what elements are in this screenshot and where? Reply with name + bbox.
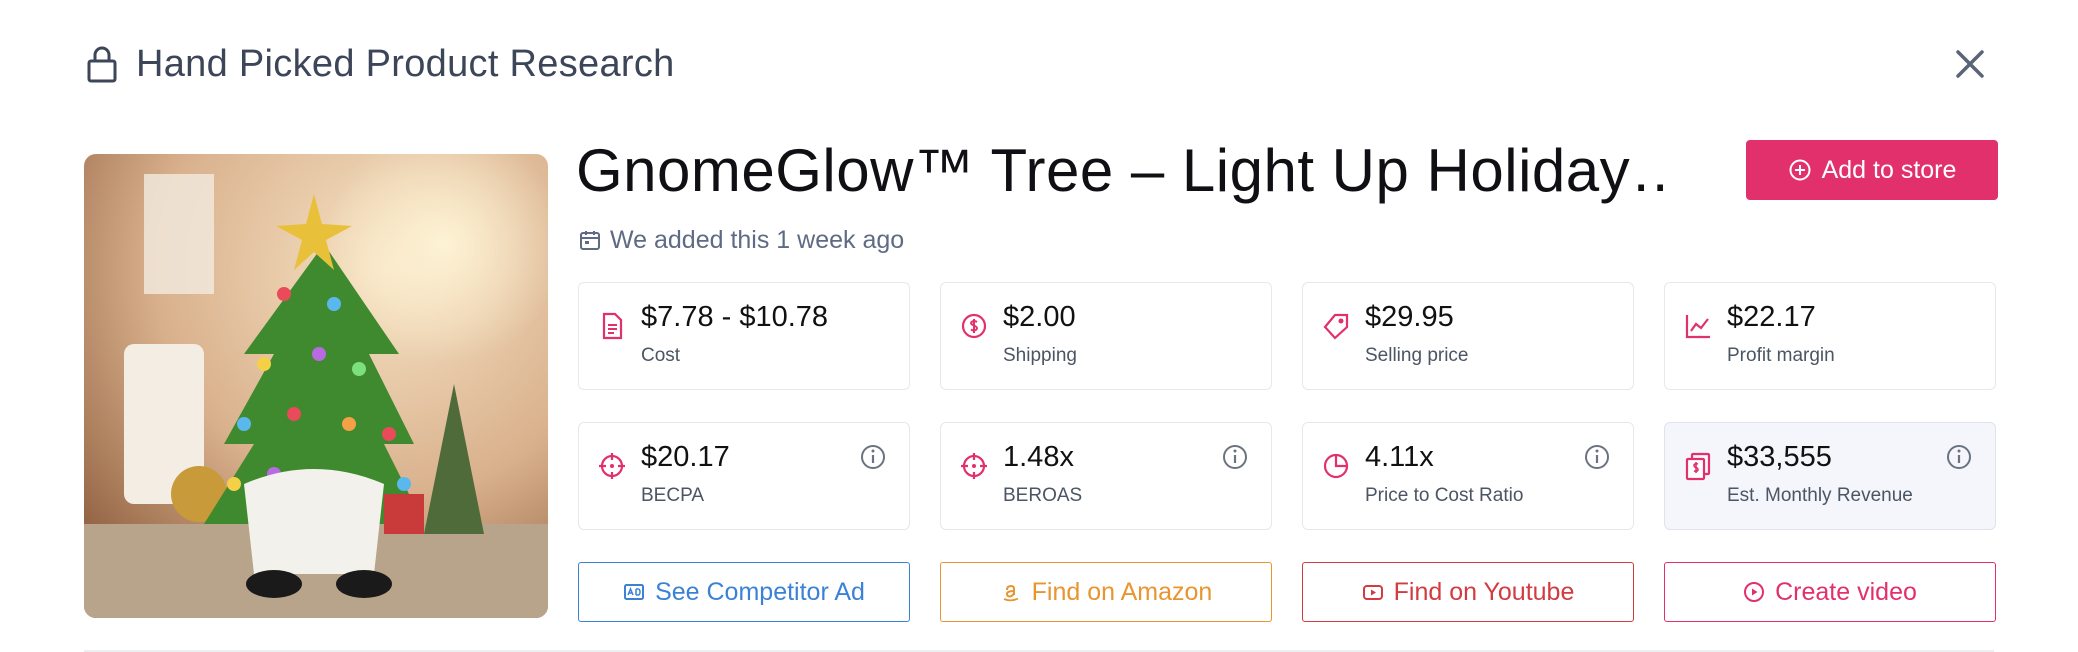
metric-value: 4.11x: [1365, 441, 1434, 473]
modal-header: Hand Picked Product Research: [84, 36, 675, 92]
metric-value: 1.48x: [1003, 441, 1074, 473]
product-title: GnomeGlow™ Tree – Light Up Holiday…: [576, 137, 1676, 204]
metric-value: $22.17: [1727, 301, 1816, 333]
metric-value: $7.78 - $10.78: [641, 301, 829, 333]
trend-chart-icon: [1685, 315, 1710, 339]
metric-label: Price to Cost Ratio: [1365, 485, 1524, 506]
metric-card-profit-margin: $22.17 Profit margin: [1664, 282, 1996, 390]
amazon-icon: [1003, 584, 1019, 602]
metric-card-beroas: 1.48x BEROAS: [940, 422, 1272, 530]
metric-value: $2.00: [1003, 301, 1076, 333]
coins-icon: [961, 313, 987, 339]
add-to-store-label: Add to store: [1821, 155, 1957, 184]
calendar-icon: [580, 231, 600, 250]
crosshair-icon: [599, 453, 625, 479]
pie-chart-icon: [1323, 453, 1349, 479]
metric-label: BECPA: [641, 485, 705, 506]
metric-label: BEROAS: [1003, 485, 1083, 506]
modal-title: Hand Picked Product Research: [136, 42, 675, 85]
added-date-text: We added this 1 week ago: [610, 225, 905, 254]
metric-label: Profit margin: [1727, 345, 1835, 366]
metric-card-price-to-cost: 4.11x Price to Cost Ratio: [1302, 422, 1634, 530]
metric-card-becpa: $20.17 BECPA: [578, 422, 910, 530]
metric-card-selling-price: $29.95 Selling price: [1302, 282, 1634, 390]
metric-card-cost: $7.78 - $10.78 Cost: [578, 282, 910, 390]
tag-icon: [1323, 313, 1349, 340]
metric-card-shipping: $2.00 Shipping: [940, 282, 1272, 390]
metric-label: Shipping: [1003, 345, 1077, 366]
find-on-amazon-label: Find on Amazon: [1031, 577, 1213, 606]
metric-card-monthly-revenue: $33,555 Est. Monthly Revenue: [1664, 422, 1996, 530]
create-video-label: Create video: [1775, 577, 1917, 606]
youtube-icon: [1362, 585, 1383, 600]
add-to-store-button[interactable]: Add to store: [1746, 140, 1998, 200]
metric-value: $20.17: [641, 441, 730, 473]
metric-label: Cost: [641, 345, 681, 366]
create-video-button[interactable]: Create video: [1664, 562, 1996, 622]
revenue-icon: [1685, 452, 1711, 481]
metric-label: Est. Monthly Revenue: [1727, 485, 1913, 506]
close-icon[interactable]: [1948, 42, 1992, 86]
see-competitor-ad-label: See Competitor Ad: [655, 577, 865, 606]
metric-label: Selling price: [1365, 345, 1469, 366]
plus-circle-icon: [1789, 159, 1811, 181]
lock-icon: [87, 46, 117, 83]
product-image: [84, 154, 548, 618]
info-icon[interactable]: [859, 443, 887, 471]
info-icon[interactable]: [1583, 443, 1611, 471]
ad-icon: [624, 584, 645, 600]
crosshair-icon: [961, 453, 987, 479]
metric-value: $29.95: [1365, 301, 1454, 333]
see-competitor-ad-button[interactable]: See Competitor Ad: [578, 562, 910, 622]
document-icon: [602, 312, 623, 340]
info-icon[interactable]: [1945, 443, 1973, 471]
play-circle-icon: [1744, 582, 1765, 602]
find-on-youtube-button[interactable]: Find on Youtube: [1302, 562, 1634, 622]
added-date: We added this 1 week ago: [578, 222, 904, 258]
find-on-amazon-button[interactable]: Find on Amazon: [940, 562, 1272, 622]
info-icon[interactable]: [1221, 443, 1249, 471]
find-on-youtube-label: Find on Youtube: [1393, 577, 1575, 606]
metric-value: $33,555: [1727, 441, 1832, 473]
